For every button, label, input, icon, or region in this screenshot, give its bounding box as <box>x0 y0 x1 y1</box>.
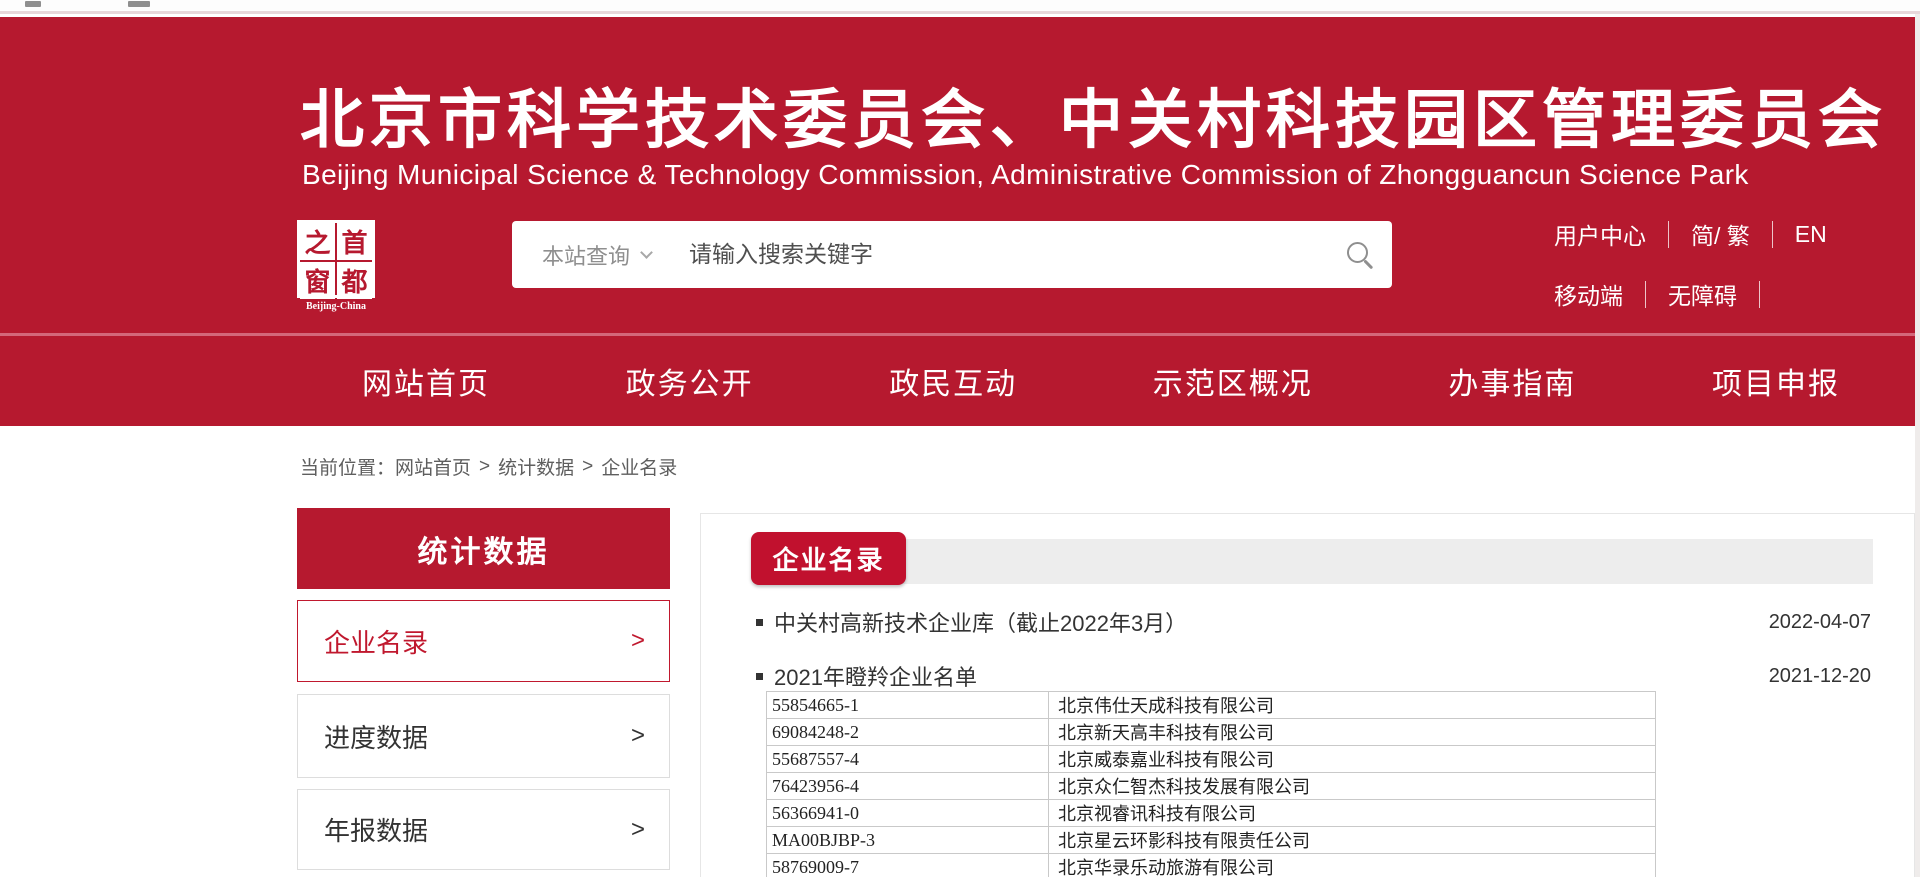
logo-char: 都 <box>337 262 372 299</box>
sidebar-item-progress-data[interactable]: 进度数据 > <box>297 694 670 778</box>
logo-char: 窗 <box>300 262 335 299</box>
search-scope-label: 本站查询 <box>542 239 630 271</box>
nav-item-interaction[interactable]: 政民互动 <box>889 359 1017 403</box>
breadcrumb-separator: > <box>582 456 593 478</box>
company-name-cell: 北京伟仕天成科技有限公司 <box>1049 692 1656 719</box>
divider <box>1668 221 1669 248</box>
simplified-traditional-link[interactable]: 简/ 繁 <box>1691 217 1750 251</box>
site-title-en: Beijing Municipal Science & Technology C… <box>302 159 1749 191</box>
sidebar-item-label: 年报数据 <box>324 811 428 848</box>
breadcrumb-separator: > <box>479 456 490 478</box>
chevron-right-icon: > <box>631 627 645 655</box>
company-id-cell: 55687557-4 <box>767 746 1049 773</box>
beijing-china-logo[interactable]: 之 首 窗 都 Beijing-China <box>297 220 375 312</box>
browser-top-strip <box>0 0 1920 14</box>
divider <box>1772 221 1773 248</box>
bullet-icon <box>756 673 763 680</box>
article-row: 中关村高新技术企业库（截止2022年3月） 2022-04-07 <box>756 606 1871 638</box>
masthead: 北京市科学技术委员会、中关村科技园区管理委员会 Beijing Municipa… <box>0 17 1920 333</box>
article-link[interactable]: 2021年瞪羚企业名单 <box>774 660 1769 692</box>
chevron-right-icon: > <box>631 816 645 844</box>
search-input[interactable] <box>689 241 1328 268</box>
company-name-cell: 北京星云环影科技有限责任公司 <box>1049 827 1656 854</box>
article-link[interactable]: 中关村高新技术企业库（截止2022年3月） <box>774 606 1769 638</box>
search-icon <box>1346 241 1374 269</box>
site-search-bar: 本站查询 <box>512 221 1392 288</box>
main-panel: 企业名录 中关村高新技术企业库（截止2022年3月） 2022-04-07 20… <box>700 513 1915 877</box>
sidebar-item-annual-report-data[interactable]: 年报数据 > <box>297 789 670 870</box>
site-title-cn: 北京市科学技术委员会、中关村科技园区管理委员会 <box>300 69 1887 161</box>
main-navbar: 网站首页 政务公开 政民互动 示范区概况 办事指南 项目申报 <box>0 336 1920 426</box>
company-id-cell: 69084248-2 <box>767 719 1049 746</box>
browser-tab-fragment-icon <box>128 1 150 7</box>
logo-char: 首 <box>337 223 372 260</box>
company-name-cell: 北京威泰嘉业科技有限公司 <box>1049 746 1656 773</box>
table-row: MA00BJBP-3 北京星云环影科技有限责任公司 <box>767 827 1656 854</box>
browser-scrollbar[interactable] <box>1915 14 1920 877</box>
mobile-link[interactable]: 移动端 <box>1554 277 1623 311</box>
search-button[interactable] <box>1328 221 1392 288</box>
article-date: 2022-04-07 <box>1769 611 1871 634</box>
sidebar-item-label: 企业名录 <box>324 623 428 660</box>
table-row: 55687557-4 北京威泰嘉业科技有限公司 <box>767 746 1656 773</box>
logo-seal-icon: 之 首 窗 都 <box>297 220 375 298</box>
search-scope-dropdown[interactable]: 本站查询 <box>542 239 651 271</box>
english-link[interactable]: EN <box>1795 221 1827 248</box>
nav-item-home[interactable]: 网站首页 <box>362 359 490 403</box>
company-name-cell: 北京华录乐动旅游有限公司 <box>1049 854 1656 877</box>
logo-char: 之 <box>300 223 335 260</box>
company-name-cell: 北京众仁智杰科技发展有限公司 <box>1049 773 1656 800</box>
sidebar-item-company-directory[interactable]: 企业名录 > <box>297 600 670 682</box>
page: 北京市科学技术委员会、中关村科技园区管理委员会 Beijing Municipa… <box>0 0 1920 877</box>
breadcrumb-home[interactable]: 网站首页 <box>395 453 471 480</box>
sidebar-title: 统计数据 <box>297 508 670 589</box>
table-row: 56366941-0 北京视睿讯科技有限公司 <box>767 800 1656 827</box>
nav-item-project-application[interactable]: 项目申报 <box>1712 359 1840 403</box>
company-id-cell: 76423956-4 <box>767 773 1049 800</box>
breadcrumb-company-directory[interactable]: 企业名录 <box>601 453 677 480</box>
quick-links-row2: 移动端 无障碍 <box>1554 277 1782 311</box>
table-row: 58769009-7 北京华录乐动旅游有限公司 <box>767 854 1656 877</box>
company-id-cell: 56366941-0 <box>767 800 1049 827</box>
divider <box>1759 281 1760 308</box>
company-name-cell: 北京视睿讯科技有限公司 <box>1049 800 1656 827</box>
article-date: 2021-12-20 <box>1769 665 1871 688</box>
sidebar-item-label: 进度数据 <box>324 718 428 755</box>
breadcrumb-label: 当前位置： <box>300 453 395 480</box>
accessibility-link[interactable]: 无障碍 <box>1668 277 1737 311</box>
article-row: 2021年瞪羚企业名单 2021-12-20 <box>756 660 1871 692</box>
nav-item-zone-overview[interactable]: 示范区概况 <box>1153 359 1313 403</box>
section-header-bar <box>756 539 1873 584</box>
divider <box>1645 281 1646 308</box>
nav-item-gov-disclosure[interactable]: 政务公开 <box>626 359 754 403</box>
company-table: 55854665-1 北京伟仕天成科技有限公司 69084248-2 北京新天高… <box>766 691 1656 877</box>
table-row: 55854665-1 北京伟仕天成科技有限公司 <box>767 692 1656 719</box>
company-id-cell: 55854665-1 <box>767 692 1049 719</box>
chevron-down-icon <box>640 246 653 259</box>
quick-links-row1: 用户中心 简/ 繁 EN <box>1554 217 1827 251</box>
browser-tab-fragment-icon <box>25 1 41 7</box>
company-name-cell: 北京新天高丰科技有限公司 <box>1049 719 1656 746</box>
section-title-badge: 企业名录 <box>751 532 906 585</box>
table-row: 76423956-4 北京众仁智杰科技发展有限公司 <box>767 773 1656 800</box>
chevron-right-icon: > <box>631 722 645 750</box>
company-id-cell: MA00BJBP-3 <box>767 827 1049 854</box>
breadcrumb-statistics[interactable]: 统计数据 <box>498 453 574 480</box>
user-center-link[interactable]: 用户中心 <box>1554 217 1646 251</box>
breadcrumb: 当前位置： 网站首页 > 统计数据 > 企业名录 <box>300 453 677 480</box>
bullet-icon <box>756 619 763 626</box>
table-row: 69084248-2 北京新天高丰科技有限公司 <box>767 719 1656 746</box>
company-id-cell: 58769009-7 <box>767 854 1049 877</box>
nav-item-service-guide[interactable]: 办事指南 <box>1448 359 1576 403</box>
logo-caption: Beijing-China <box>297 301 375 312</box>
